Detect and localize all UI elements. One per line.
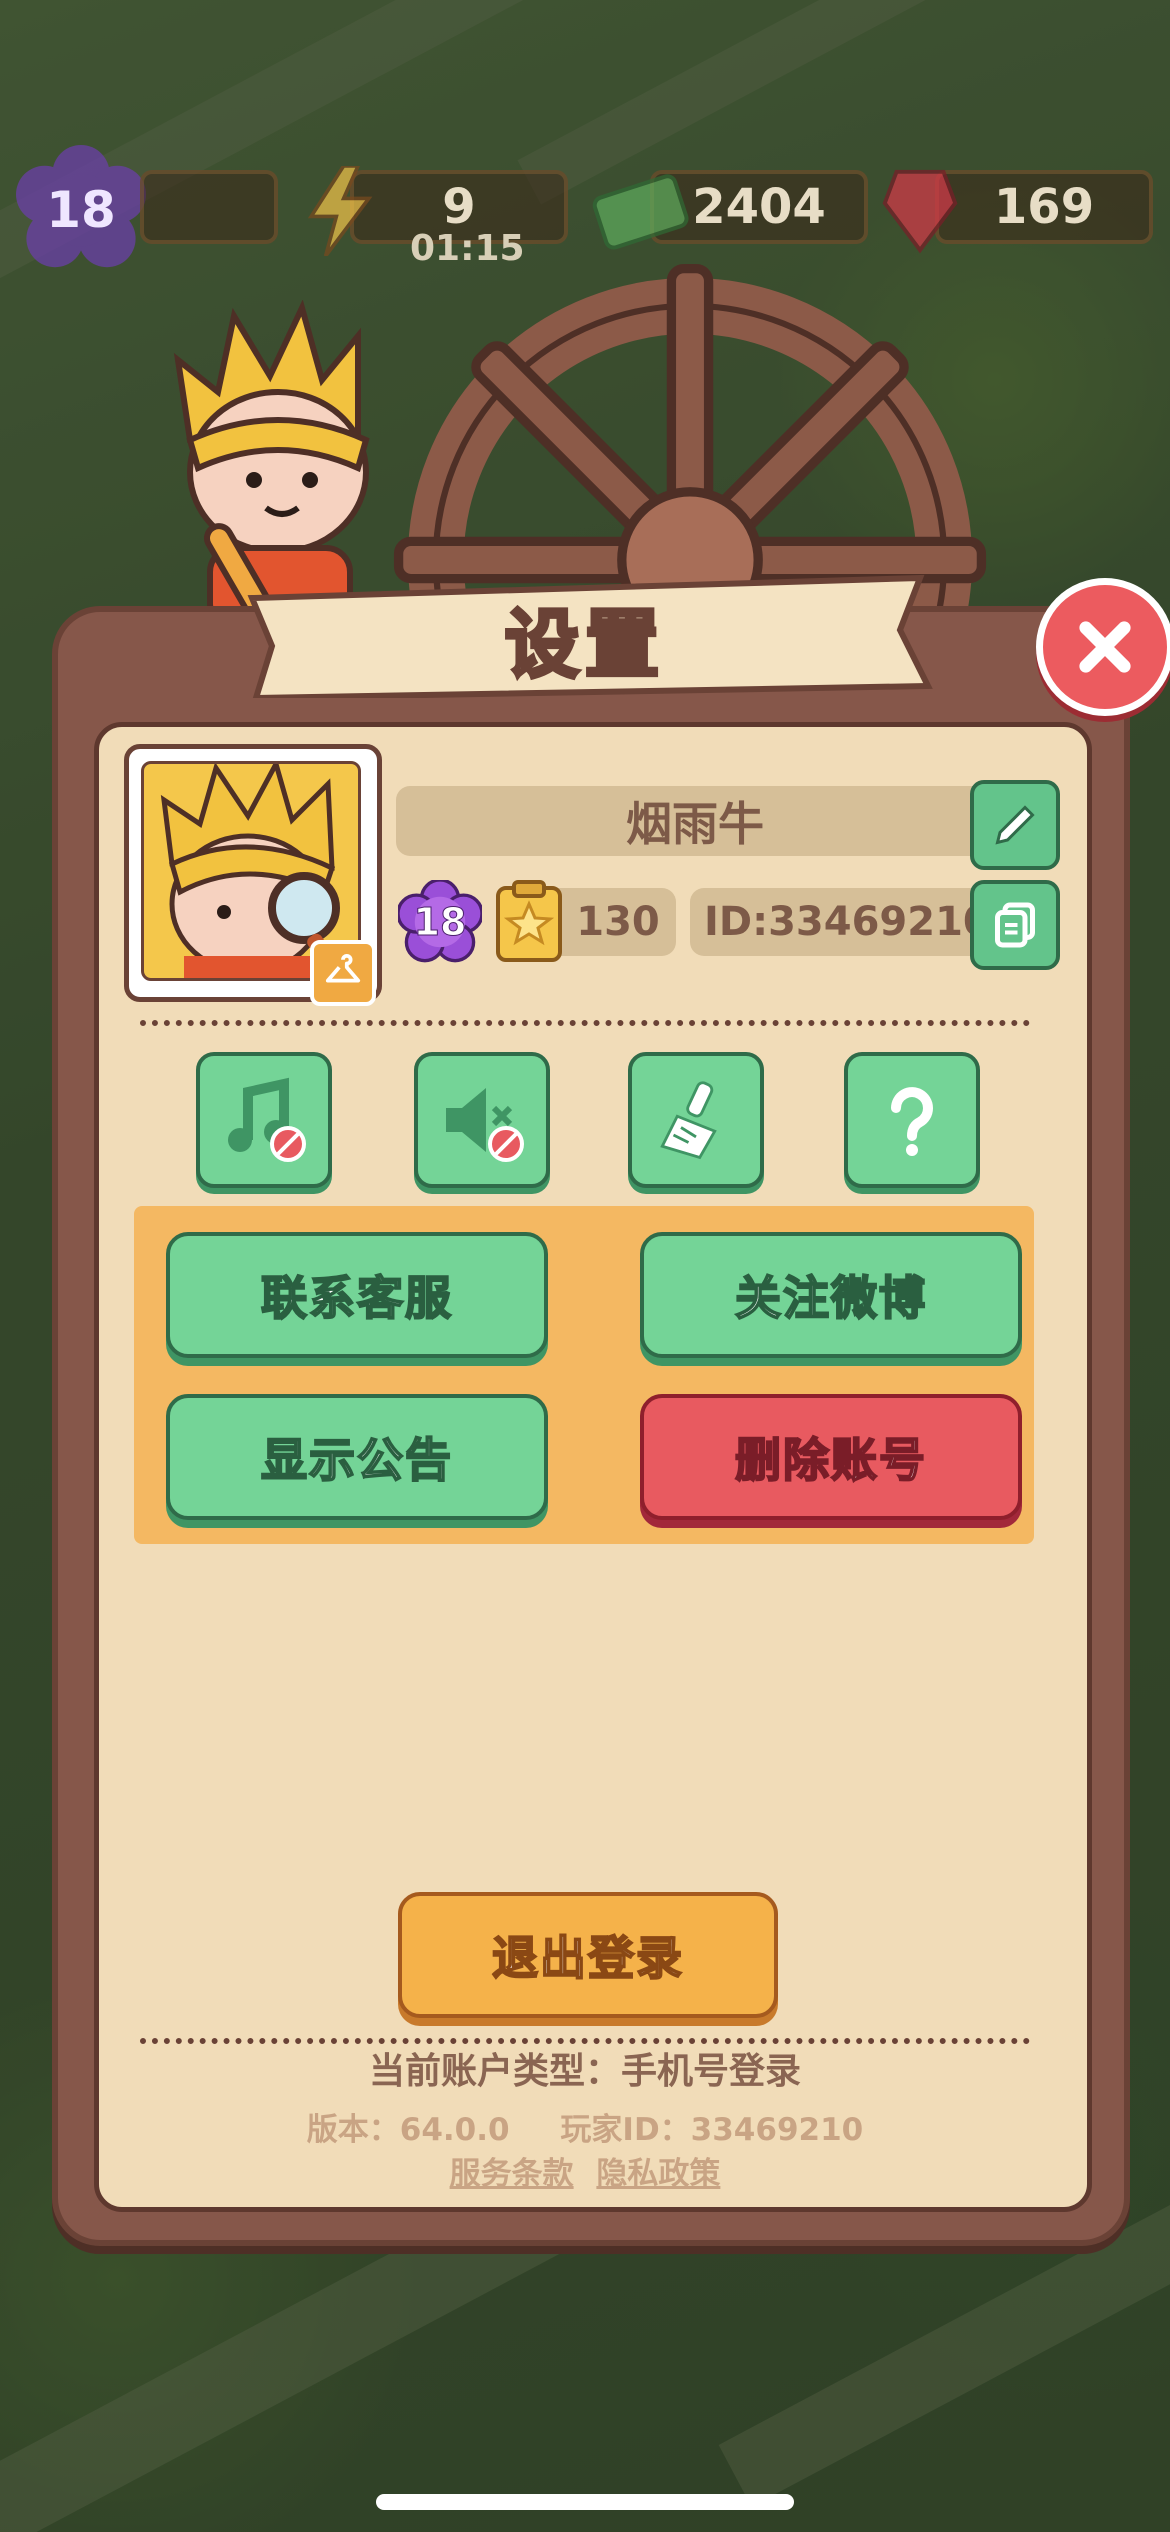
cash-value: 2404: [692, 179, 826, 235]
music-note-icon: [228, 1077, 306, 1162]
version-info: 版本：64.0.0 玩家ID：33469210: [0, 2104, 1170, 2149]
player-id-label: 玩家ID：33469210: [560, 2112, 864, 2148]
music-toggle-button[interactable]: [196, 1052, 332, 1188]
delete-account-button[interactable]: 删除账号: [640, 1394, 1022, 1520]
edit-name-button[interactable]: [970, 780, 1060, 870]
pencil-icon: [995, 805, 1035, 845]
home-indicator[interactable]: [376, 2494, 794, 2510]
hanger-icon: [325, 954, 361, 983]
speaker-muted-icon: [446, 1088, 524, 1162]
logout-button[interactable]: 退出登录: [398, 1892, 778, 2018]
level-progress-bar: [140, 170, 278, 244]
clear-cache-button[interactable]: [628, 1052, 764, 1188]
account-type-label: 当前账户类型：手机号登录: [368, 2051, 801, 2092]
dialog-title: 设置: [503, 600, 665, 690]
energy-value: 9: [442, 179, 476, 235]
lightning-icon: [307, 166, 373, 256]
follow-weibo-button[interactable]: 关注微博: [640, 1232, 1022, 1358]
help-button[interactable]: [844, 1052, 980, 1188]
version-label: 版本：64.0.0: [306, 2112, 510, 2148]
close-icon: [1079, 621, 1131, 673]
show-announcement-button[interactable]: 显示公告: [166, 1394, 548, 1520]
sound-toggle-button[interactable]: [414, 1052, 550, 1188]
gem-value: 169: [993, 179, 1095, 235]
close-button[interactable]: [1036, 578, 1170, 716]
gem-counter[interactable]: 169: [935, 170, 1153, 244]
privacy-policy-link[interactable]: 隐私政策: [596, 2156, 720, 2192]
change-costume-button[interactable]: [310, 940, 376, 1006]
divider: [140, 1020, 1030, 1026]
contact-support-button[interactable]: 联系客服: [166, 1232, 548, 1358]
ruby-icon: [882, 169, 958, 254]
legal-links: 服务条款 隐私政策: [0, 2148, 1170, 2193]
cash-icon: [592, 174, 689, 250]
broom-icon: [660, 1081, 717, 1160]
question-icon: [891, 1087, 933, 1156]
top-hud: 9 2404 169: [0, 166, 1170, 256]
star-clipboard-icon: [496, 880, 562, 962]
copy-id-button[interactable]: [970, 880, 1060, 970]
copy-icon: [995, 902, 1035, 948]
profile-level-value: 18: [413, 900, 467, 945]
player-name-field: 烟雨牛: [396, 786, 994, 856]
profile-level-badge: 18: [396, 878, 484, 964]
player-id-field: ID:33469210: [690, 888, 991, 956]
terms-of-service-link[interactable]: 服务条款: [450, 2156, 574, 2192]
